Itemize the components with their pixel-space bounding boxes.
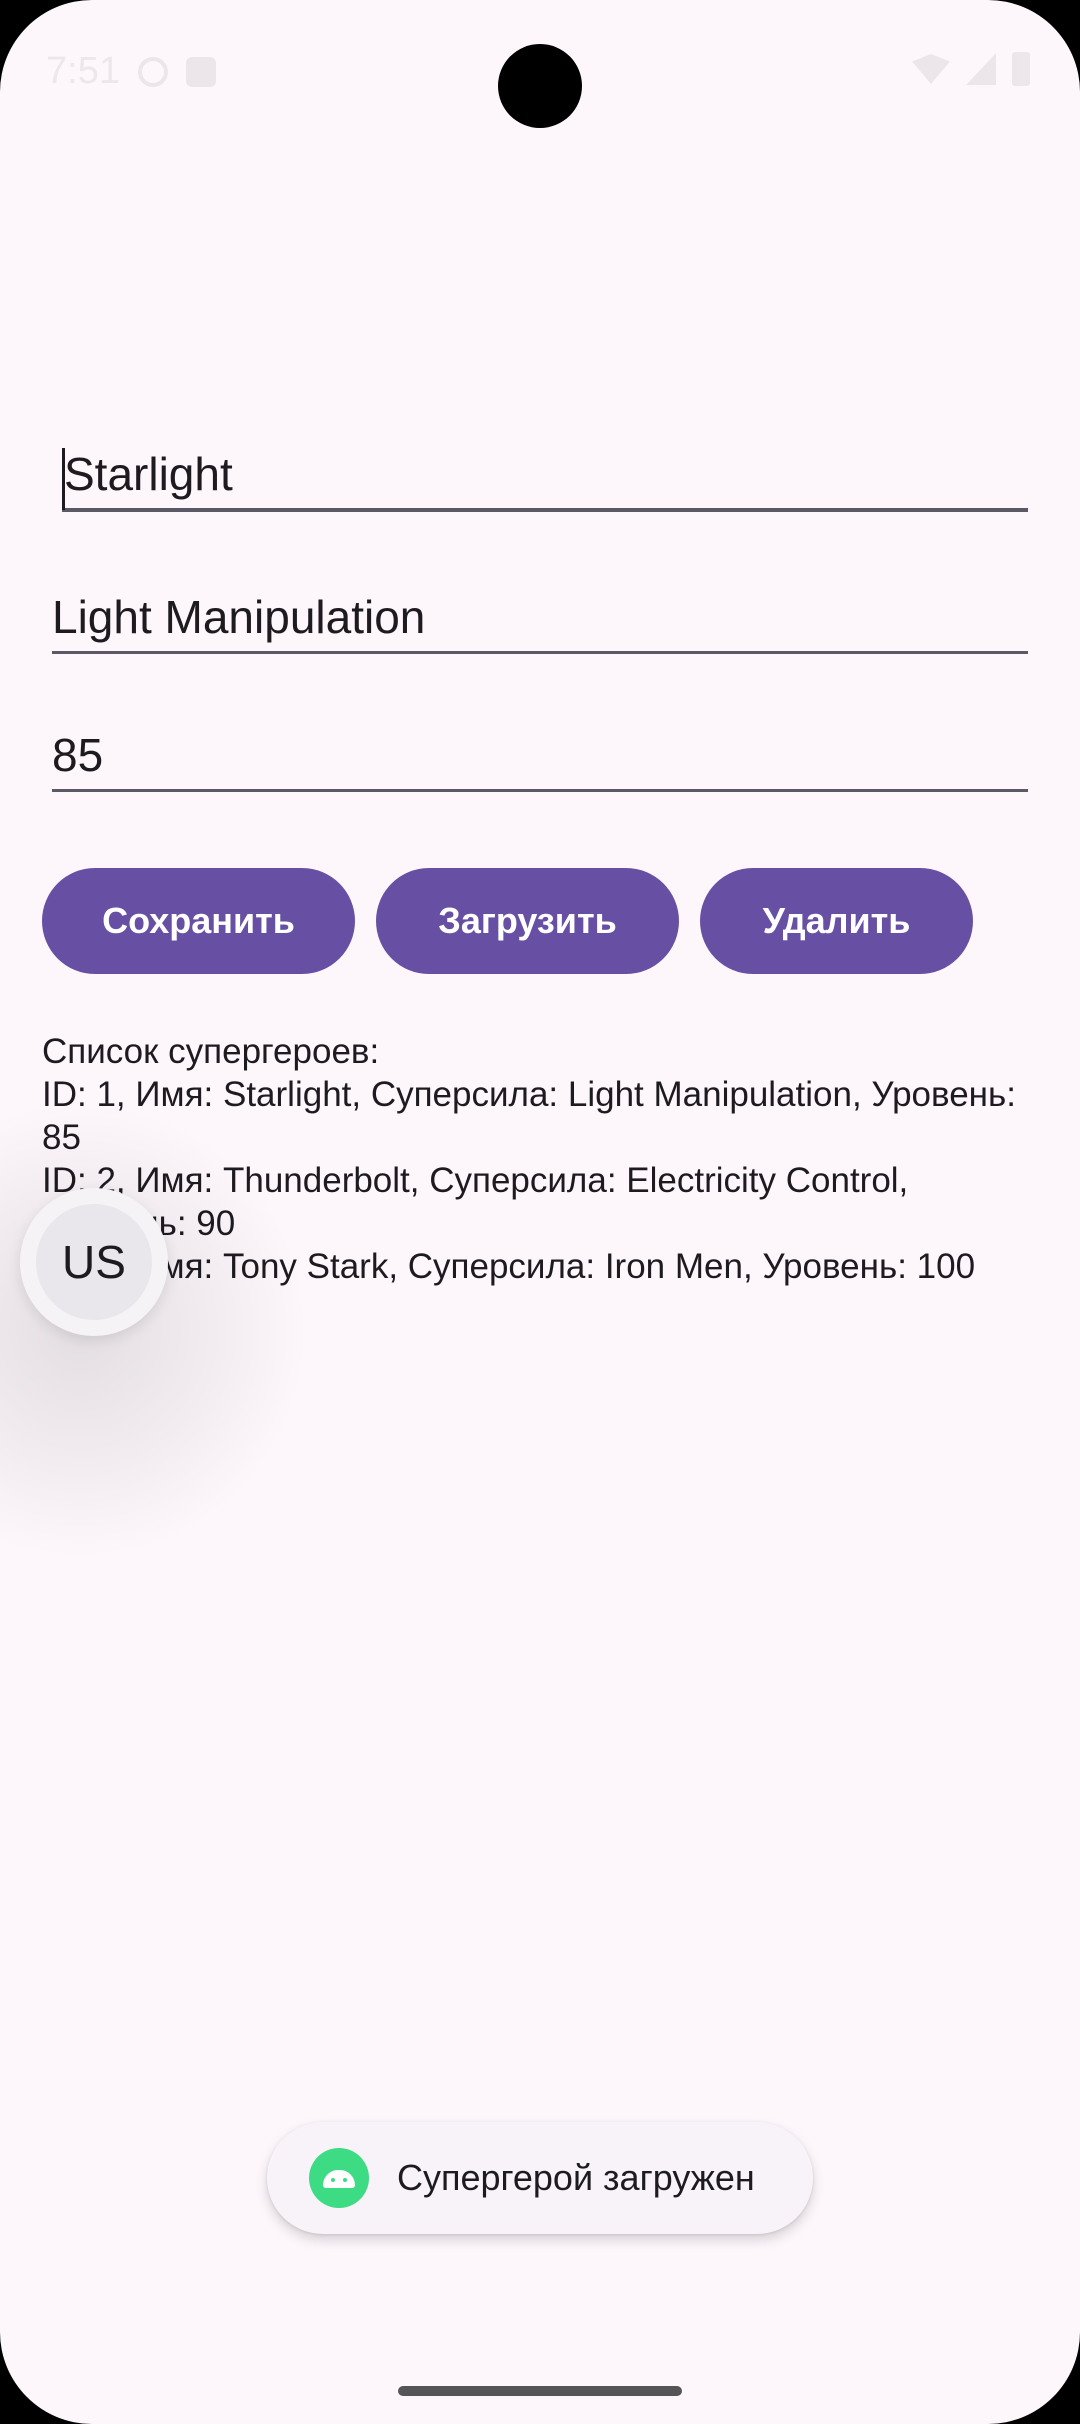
hero-name-input[interactable] (62, 440, 1028, 508)
load-button[interactable]: Загрузить (376, 868, 679, 974)
wifi-icon (912, 54, 950, 84)
notification-icon (185, 56, 216, 87)
toast-message: Супергерой загружен (397, 2157, 755, 2198)
hero-name-field[interactable] (62, 440, 1028, 512)
floating-bubble[interactable]: US (20, 1188, 168, 1336)
camera-cutout (498, 44, 582, 128)
text-cursor (62, 448, 65, 510)
status-right (912, 52, 1030, 86)
hero-level-input[interactable] (52, 720, 1028, 789)
status-left: 7:51 (46, 50, 216, 93)
app-screen: 7:51 Сохранить Загрузить Удалить Список … (0, 0, 1080, 2424)
delete-button[interactable]: Удалить (700, 868, 973, 974)
status-time: 7:51 (46, 50, 120, 92)
toast: Супергерой загружен (267, 2122, 813, 2234)
hero-power-field[interactable] (52, 582, 1028, 654)
floating-bubble-label: US (36, 1204, 152, 1320)
hero-list-header: Список супергероев: (42, 1032, 380, 1071)
signal-icon (966, 53, 996, 85)
home-indicator[interactable] (398, 2386, 682, 2396)
battery-icon (1012, 52, 1030, 86)
save-button[interactable]: Сохранить (42, 868, 355, 974)
hero-power-input[interactable] (52, 582, 1028, 651)
status-bar: 7:51 (0, 0, 1080, 140)
hero-level-field[interactable] (52, 720, 1028, 792)
vpn-icon (137, 56, 168, 87)
android-icon (309, 2148, 369, 2208)
